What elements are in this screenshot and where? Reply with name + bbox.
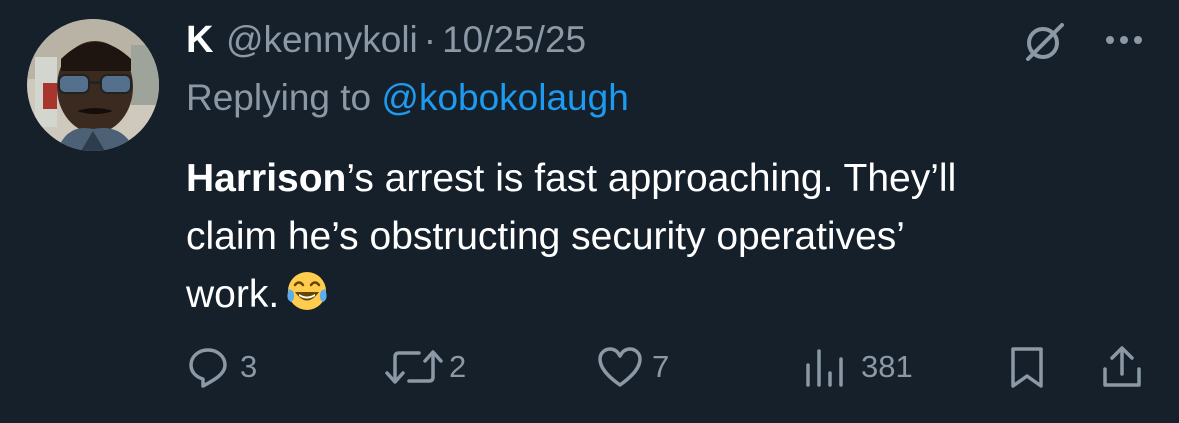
like-icon	[598, 347, 642, 387]
share-icon	[1103, 346, 1141, 387]
replying-to-label: Replying to	[186, 77, 382, 118]
more-icon[interactable]	[1102, 25, 1146, 55]
tweet-line-1-rest: ’s arrest is fast approaching. They’ll	[346, 157, 957, 200]
views-count: 381	[861, 349, 913, 384]
reply-mention-link[interactable]: @kobokolaugh	[381, 77, 628, 118]
tweet-line-3-text: work.	[186, 273, 280, 316]
avatar[interactable]	[27, 19, 159, 151]
repost-button[interactable]: 2	[383, 342, 466, 392]
header-separator: ·	[423, 19, 437, 60]
reply-count: 3	[240, 349, 258, 384]
grok-icon[interactable]	[1022, 20, 1066, 64]
repost-count: 2	[449, 349, 467, 384]
laughing-crying-emoji-icon	[285, 269, 329, 313]
display-name[interactable]: K	[186, 19, 214, 62]
like-count: 7	[652, 349, 670, 384]
views-button[interactable]: 381	[803, 342, 913, 392]
tweet-line-1: Harrison’s arrest is fast approaching. T…	[186, 150, 1146, 208]
bookmark-button[interactable]	[1005, 342, 1049, 392]
bold-name: Harrison	[186, 157, 347, 200]
tweet-text: Harrison’s arrest is fast approaching. T…	[186, 150, 1146, 324]
share-button[interactable]	[1100, 342, 1144, 392]
user-handle[interactable]: @kennykoli	[226, 19, 418, 61]
reply-button[interactable]: 3	[186, 342, 257, 392]
bookmark-icon	[1011, 347, 1043, 388]
tweet-date[interactable]: 10/25/25	[442, 19, 586, 61]
views-icon	[806, 349, 843, 387]
tweet-card[interactable]: K @kennykoli · 10/25/25 Replying to @kob…	[0, 0, 1179, 423]
repost-icon	[385, 350, 443, 384]
tweet-line-2: claim he’s obstructing security operativ…	[186, 215, 905, 258]
reply-icon	[189, 348, 227, 388]
like-button[interactable]: 7	[596, 342, 669, 392]
replying-to-line: Replying to @kobokolaugh	[186, 77, 629, 119]
tweet-header: K @kennykoli · 10/25/25	[186, 18, 586, 62]
tweet-action-bar: 3 2 7 381	[0, 342, 1179, 392]
tweet-line-3: work.	[186, 266, 1146, 324]
